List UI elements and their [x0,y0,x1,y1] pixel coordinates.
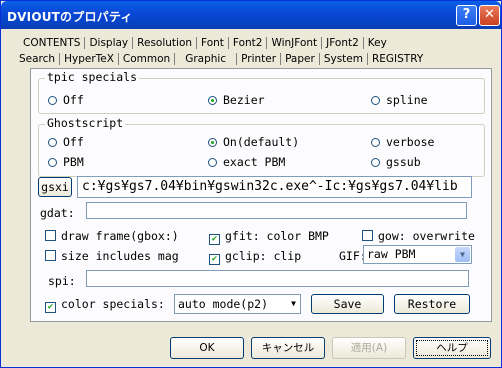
ok-button[interactable]: OK [170,337,244,359]
close-button[interactable]: ✕ [479,5,500,26]
gclip-checkbox[interactable]: ✔ gclip: clip [209,249,301,265]
title-bar[interactable]: DVIOUTのプロパティ ? ✕ [1,1,501,29]
ghostscript-legend: Ghostscript [45,116,126,130]
spi-label: spi: [48,274,76,288]
gdat-input[interactable] [86,202,467,219]
tab-resolution[interactable]: Resolution [133,37,198,49]
radio-circle-icon [371,96,380,105]
tab-printer[interactable]: Printer [237,53,282,65]
checkbox-empty-icon [45,250,56,261]
gdat-label: gdat: [40,206,75,220]
tab-common[interactable]: Common [119,53,176,65]
tab-search[interactable]: Search [15,53,61,65]
ghost-gssub-radio[interactable]: gssub [371,155,421,169]
gfit-checkbox[interactable]: ✔ gfit: color BMP [209,229,329,245]
gow-checkbox[interactable]: gow: overwrite [362,229,475,243]
tab-hypertex[interactable]: HyperTeX [60,53,119,65]
color-specials-checkbox[interactable]: ✔ color specials: [45,297,165,313]
checkbox-empty-icon [362,230,373,241]
chevron-down-icon[interactable]: ▼ [291,295,296,313]
restore-button[interactable]: Restore [394,294,470,314]
radio-circle-icon [48,96,57,105]
cancel-button[interactable]: キャンセル [251,337,325,359]
tab-paper[interactable]: Paper [281,53,320,65]
gsx-button[interactable]: gsxi [38,177,72,197]
ghost-on-default-radio[interactable]: On(default) [208,135,299,149]
color-mode-select[interactable]: auto mode(p2) ▼ [174,294,301,314]
tpic-specials-group: tpic specials Off Bezier spline [38,70,485,114]
graphic-panel: tpic specials Off Bezier spline Ghostscr… [30,68,492,322]
properties-dialog: DVIOUTのプロパティ ? ✕ CONTENTS Display Resoluti… [0,0,502,368]
ghost-off-radio[interactable]: Off [48,135,84,149]
ghostscript-group: Ghostscript Off On(default) verbose PBM … [38,116,485,177]
tab-font2[interactable]: Font2 [229,37,268,49]
radio-circle-icon [48,138,57,147]
ghost-pbm-radio[interactable]: PBM [48,155,84,169]
tab-registry[interactable]: REGISTRY [368,53,427,65]
tab-row-1: CONTENTS Display Resolution Font Font2 WinJFo… [19,37,391,53]
tab-winjfont[interactable]: WinJFont [267,37,323,49]
checkmark-icon: ✔ [45,302,56,313]
tpic-off-radio[interactable]: Off [48,93,84,107]
checkbox-empty-icon [45,230,56,241]
tab-contents[interactable]: CONTENTS [19,37,86,49]
radio-selected-icon [208,138,217,147]
tab-graphic[interactable]: Graphic [175,53,238,65]
checkmark-icon: ✔ [209,254,220,265]
tab-system[interactable]: System [320,53,368,65]
draw-frame-checkbox[interactable]: draw frame(gbox:) [45,229,179,243]
tab-row-2: Search HyperTeX Common Graphic Printer Paper S… [15,53,427,69]
radio-circle-icon [371,158,380,167]
window-title: DVIOUTのプロパティ [7,10,133,24]
gif-select-value: raw PBM [367,247,416,261]
chevron-down-icon[interactable]: ▼ [455,247,470,262]
ghost-verbose-radio[interactable]: verbose [371,135,434,149]
tab-display[interactable]: Display [85,37,134,49]
radio-circle-icon [208,158,217,167]
help-button[interactable]: ヘルプ [413,337,491,359]
tab-font[interactable]: Font [197,37,229,49]
radio-circle-icon [371,138,380,147]
gif-select[interactable]: raw PBM ▼ [363,245,472,264]
tab-key[interactable]: Key [364,37,391,49]
radio-selected-icon [208,96,217,105]
apply-button[interactable]: 適用(A) [332,337,406,359]
spi-input[interactable] [86,270,469,287]
color-mode-value: auto mode(p2) [178,297,269,311]
help-title-button[interactable]: ? [456,5,477,26]
tpic-bezier-radio[interactable]: Bezier [208,93,265,107]
save-button[interactable]: Save [311,294,384,314]
checkmark-icon: ✔ [209,234,220,245]
radio-circle-icon [48,158,57,167]
ghost-exact-pbm-radio[interactable]: exact PBM [208,155,285,169]
size-mag-checkbox[interactable]: size includes mag [45,249,179,263]
tpic-specials-legend: tpic specials [45,70,140,84]
gsx-path-input[interactable]: c:¥gs¥gs7.04¥bin¥gswin32c.exe^-Ic:¥gs¥gs… [77,176,472,198]
tpic-spline-radio[interactable]: spline [371,93,428,107]
tab-jfont2[interactable]: JFont2 [322,37,364,49]
